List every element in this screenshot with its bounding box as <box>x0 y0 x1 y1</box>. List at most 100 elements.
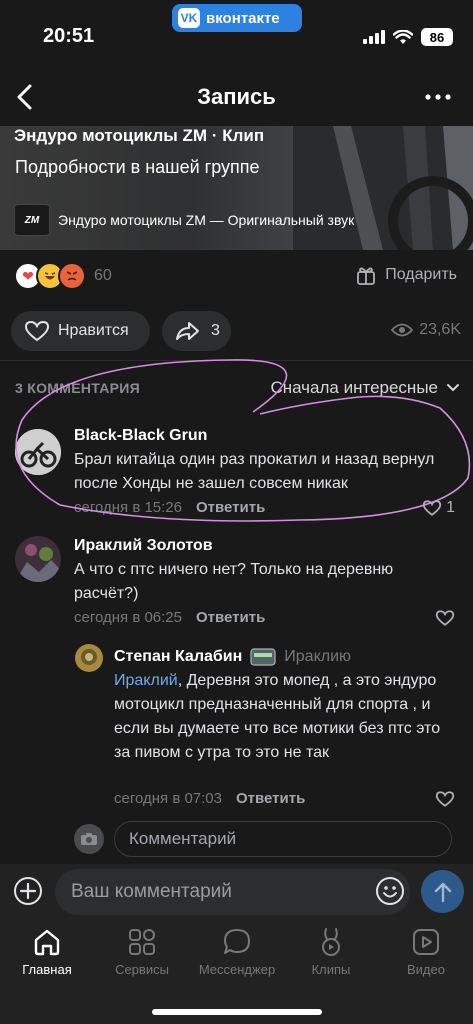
arrow-up-icon <box>434 882 451 902</box>
comment-text: Ираклий, Деревня это мопед , а это эндур… <box>114 669 459 765</box>
tab-messenger[interactable]: Мессенджер <box>192 926 282 977</box>
comments-count: 3 КОММЕНТАРИЯ <box>15 380 141 396</box>
tab-label: Сервисы <box>115 962 169 977</box>
wifi-icon <box>393 29 413 44</box>
vk-pill-label: вконтакте <box>206 9 280 27</box>
inline-comment-row <box>0 820 473 860</box>
avatar[interactable] <box>15 536 61 582</box>
reply-button[interactable]: Ответить <box>196 609 265 626</box>
reply-button[interactable]: Ответить <box>196 499 265 516</box>
plus-icon[interactable] <box>13 876 43 906</box>
comment-composer <box>0 864 473 920</box>
audio-logo-text: ZM <box>24 214 40 226</box>
audio-logo: ZM <box>14 204 50 236</box>
vk-app-pill[interactable]: VK вконтакте <box>172 4 302 32</box>
heart-outline-icon <box>435 791 455 807</box>
home-indicator <box>152 1009 322 1015</box>
divider <box>0 360 473 361</box>
chevron-down-icon <box>447 384 459 392</box>
tab-video[interactable]: Видео <box>381 926 471 977</box>
clip-subtitle: Подробности в нашей группе <box>15 157 260 177</box>
views-count: 23,6K <box>419 321 461 338</box>
avatar[interactable] <box>75 644 103 672</box>
signal-icon <box>363 30 385 44</box>
camera-icon[interactable] <box>74 824 104 854</box>
comment-like-button[interactable]: 1 <box>422 499 455 517</box>
comment-item: Ираклий Золотов А что с птс ничего нет? … <box>0 536 473 632</box>
comment-author[interactable]: Ираклий Золотов <box>74 537 213 555</box>
comment-like-count: 1 <box>446 499 455 516</box>
comment-author[interactable]: Степан Калабин <box>114 648 242 666</box>
sort-label: Сначала интересные <box>270 378 438 397</box>
comment-meta: сегодня в 07:03 Ответить <box>114 790 305 807</box>
send-button[interactable] <box>421 870 464 913</box>
motorcycle-avatar-icon <box>15 429 61 475</box>
home-icon <box>34 929 60 956</box>
comment-text: А что с птс ничего нет? Только на деревн… <box>74 561 394 602</box>
video-icon <box>413 929 439 955</box>
comments-header: 3 КОММЕНТАРИЯ Сначала интересные <box>15 378 460 402</box>
comment-author[interactable]: Black-Black Grun <box>74 427 207 445</box>
eye-icon <box>391 323 414 337</box>
more-dots-icon[interactable] <box>421 82 455 112</box>
vk-logo-icon: VK <box>178 8 200 28</box>
comment-time: сегодня в 15:26 <box>74 499 182 516</box>
status-bar: 20:51 VK вконтакте 86 <box>0 0 473 70</box>
tab-home[interactable]: Главная <box>2 926 92 977</box>
reply-to[interactable]: Ираклию <box>284 648 351 666</box>
page-title: Запись <box>197 84 276 109</box>
comment-item: Black-Black Grun Брал китайца один раз п… <box>0 426 473 526</box>
reaction-count: 60 <box>94 267 112 284</box>
tab-label: Видео <box>407 962 445 977</box>
top-nav-bar: Запись <box>0 72 473 122</box>
mention-link[interactable]: Ираклий <box>114 672 178 689</box>
sort-dropdown[interactable]: Сначала интересные <box>270 378 460 398</box>
tab-label: Главная <box>22 962 72 977</box>
status-icons: 86 <box>363 28 453 46</box>
share-arrow-icon <box>176 322 199 340</box>
clips-icon <box>322 928 340 956</box>
services-icon <box>129 929 155 955</box>
gift-icon <box>357 267 376 285</box>
share-count: 3 <box>211 322 220 339</box>
emoji-icon[interactable] <box>375 876 405 906</box>
post-actions: Нравится 3 23,6K <box>11 311 461 351</box>
tab-label: Мессенджер <box>198 962 276 977</box>
card-badge-icon <box>250 648 276 666</box>
comment-like-button[interactable] <box>435 609 455 627</box>
comment-text: Брал китайца один раз прокатил и назад в… <box>74 451 435 492</box>
tab-services[interactable]: Сервисы <box>97 926 187 977</box>
heart-outline-icon <box>24 320 50 342</box>
like-label: Нравится <box>58 322 129 339</box>
clip-preview[interactable]: Эндуро мотоциклы ZM · Клип Подробности в… <box>0 126 473 250</box>
reply-item: Степан Калабин Ираклию Ираклий, Деревня … <box>0 644 473 810</box>
audio-track[interactable]: ZM Эндуро мотоциклы ZM — Оригинальный зв… <box>14 204 354 236</box>
status-time: 20:51 <box>43 25 95 47</box>
gift-button[interactable]: Подарить <box>355 264 457 286</box>
share-button[interactable]: 3 <box>162 311 231 351</box>
comment-time: сегодня в 07:03 <box>114 790 222 807</box>
clip-title[interactable]: Эндуро мотоциклы ZM · Клип <box>14 126 264 146</box>
user-photo-avatar <box>75 644 103 672</box>
heart-outline-icon <box>422 500 442 516</box>
audio-title: Эндуро мотоциклы ZM — Оригинальный звук <box>58 212 355 228</box>
like-button[interactable]: Нравится <box>11 311 150 351</box>
angry-reaction-icon <box>58 262 86 290</box>
reactions-summary[interactable]: ❤ 60 <box>14 262 112 290</box>
comment-meta: сегодня в 15:26 Ответить <box>74 499 265 516</box>
tab-label: Клипы <box>311 962 351 977</box>
reply-button[interactable]: Ответить <box>236 790 305 807</box>
gift-label: Подарить <box>385 266 457 283</box>
messenger-icon <box>224 929 250 954</box>
comment-like-button[interactable] <box>435 790 455 808</box>
battery-icon: 86 <box>421 28 453 46</box>
comment-time: сегодня в 06:25 <box>74 609 182 626</box>
heart-outline-icon <box>435 610 455 626</box>
inline-comment-input[interactable] <box>114 821 452 857</box>
tab-clips[interactable]: Клипы <box>286 926 376 977</box>
avatar[interactable] <box>15 429 61 475</box>
views-counter: 23,6K <box>391 321 461 339</box>
reply-author-line: Степан Калабин Ираклию <box>114 648 351 666</box>
comment-input[interactable] <box>55 869 410 915</box>
user-photo-avatar <box>15 536 61 582</box>
